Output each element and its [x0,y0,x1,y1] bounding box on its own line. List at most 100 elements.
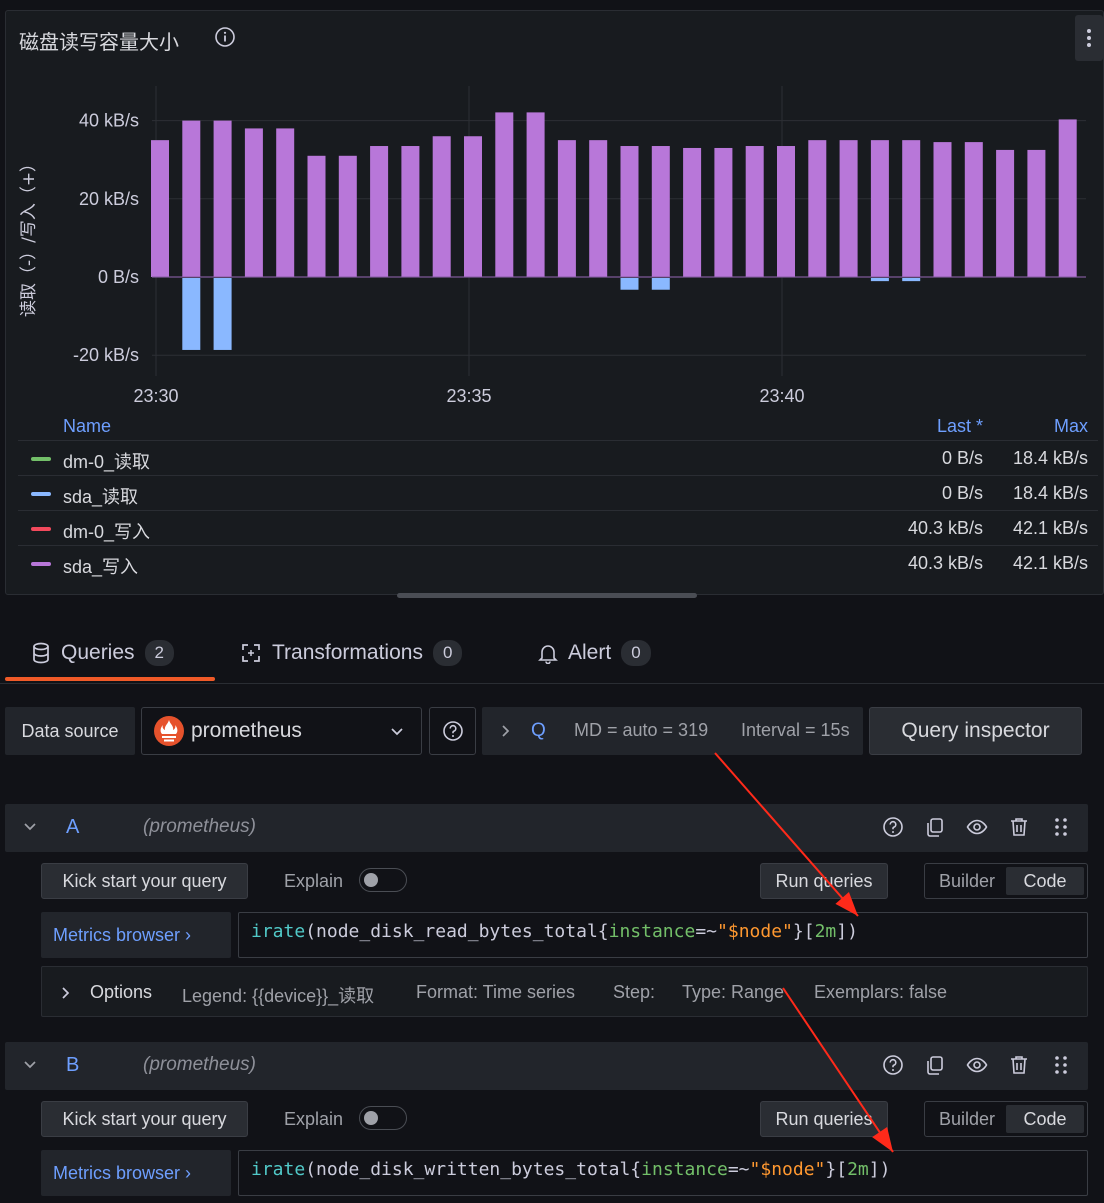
database-icon [33,642,49,664]
prometheus-logo-icon [154,716,184,746]
builder-mode-button-a[interactable]: Builder [928,867,1006,895]
graph-panel: 磁盘读写容量大小 40 kB/s 20 kB/s 0 B/s -20 kB/s 23:3… [5,10,1104,595]
bar-sda-write [213,120,232,277]
bar-sda-write [1058,119,1077,277]
run-queries-button-b[interactable]: Run queries [760,1101,888,1137]
legend-series-name[interactable]: sda_读取 [63,483,138,509]
query-inspector-button[interactable]: Query inspector [869,707,1082,755]
options-format-a: Format: Time series [416,982,576,1002]
query-ref-b[interactable]: B [66,1054,79,1077]
expr-bracket-a: }[ [792,921,815,942]
help-icon[interactable] [882,1054,904,1076]
bar-sda-read [651,278,670,290]
legend-row[interactable]: dm-0_写入 40.3 kB/s 42.1 kB/s [18,511,1098,546]
expr-metric-b: (node_disk_written_bytes_total{ [305,1159,642,1180]
bar-sda-read [620,278,639,290]
legend-last-value: 40.3 kB/s [907,553,983,573]
tab-queries[interactable]: Queries 2 [31,640,174,666]
max-datapoints: MD = auto = 319 [574,720,709,740]
expr-op-a: =~ [695,921,718,942]
query-row-a-header[interactable]: A (prometheus) [5,804,1088,852]
trash-icon[interactable] [1008,1054,1030,1076]
options-type-a: Type: Range [682,982,785,1002]
tab-transformations-count: 0 [432,640,463,666]
y-tick-label: 40 kB/s [79,111,139,131]
bar-sda-write [401,146,420,277]
metrics-browser-button-b[interactable]: Metrics browser › [41,1150,231,1196]
editor-mode-a: Builder Code [924,863,1088,899]
metrics-browser-button-a[interactable]: Metrics browser › [41,912,231,958]
bar-sda-write [338,155,357,277]
legend-row[interactable]: sda_读取 0 B/s 18.4 kB/s [18,476,1098,511]
query-row-b-header[interactable]: B (prometheus) [5,1042,1088,1090]
query-options-row-a[interactable]: Options Legend: {{device}}_读取 Format: Ti… [41,966,1088,1017]
code-mode-button-b[interactable]: Code [1006,1105,1084,1133]
chart-area: 40 kB/s 20 kB/s 0 B/s -20 kB/s 23:30 23:35 23:… [19,86,1086,406]
explain-toggle-a[interactable] [359,868,407,892]
explain-toggle-b[interactable] [359,1106,407,1130]
help-icon[interactable] [882,816,904,838]
duplicate-icon[interactable] [924,1054,946,1076]
expr-close-a: ]) [836,921,858,942]
bar-sda-write [464,136,482,277]
bar-sda-write [1027,149,1046,277]
legend-max-value: 42.1 kB/s [1012,518,1088,538]
bar-sda-read [870,278,889,282]
legend-swatch [31,457,51,461]
query-editor-b[interactable]: irate(node_disk_written_bytes_total{inst… [238,1150,1088,1196]
datasource-help-button[interactable] [429,707,476,755]
tab-alert[interactable]: Alert 0 [538,640,651,666]
eye-icon[interactable] [966,1054,988,1076]
tab-queries-label: Queries [61,641,135,664]
expr-range-a: 2m [814,921,837,942]
legend-row[interactable]: sda_写入 40.3 kB/s 42.1 kB/s [18,546,1098,581]
kick-start-button-b[interactable]: Kick start your query [41,1101,248,1137]
collapse-icon[interactable] [23,1058,37,1072]
bar-sda-write [182,120,201,277]
query-options-toggle[interactable]: Q MD = auto = 319 Interval = 15s [482,707,863,755]
query-ref-a[interactable]: A [66,816,79,839]
expr-range-b: 2m [847,1159,869,1180]
drag-handle-icon[interactable] [1050,1054,1072,1076]
expr-close-b: ]) [868,1159,891,1180]
expr-fn-b: irate [251,1159,306,1180]
tab-alert-count: 0 [621,640,651,666]
query-editor-a[interactable]: irate(node_disk_read_bytes_total{instanc… [238,912,1088,958]
panel-resize-handle[interactable] [397,593,697,598]
legend-series-name[interactable]: dm-0_写入 [63,518,150,544]
legend-series-name[interactable]: sda_写入 [63,553,138,579]
bar-sda-read [182,278,201,350]
options-legend-a: Legend: {{device}}_读取 [182,986,375,1006]
y-tick-label: 20 kB/s [79,189,139,209]
bar-sda-write [589,140,608,277]
legend-max-value: 18.4 kB/s [1012,483,1088,503]
drag-handle-icon[interactable] [1050,816,1072,838]
legend-row[interactable]: dm-0_读取 0 B/s 18.4 kB/s [18,441,1098,476]
kick-start-button-a[interactable]: Kick start your query [41,863,248,899]
tab-alert-label: Alert [568,641,612,664]
bar-sda-write [933,142,952,277]
eye-icon[interactable] [966,816,988,838]
legend-header-last[interactable]: Last * [937,416,983,437]
legend-series-name[interactable]: dm-0_读取 [63,448,150,474]
builder-mode-button-b[interactable]: Builder [928,1105,1006,1133]
legend-swatch [31,562,51,566]
chevron-down-icon [391,728,403,736]
y-tick-label: -20 kB/s [73,345,139,365]
bar-sda-write [244,128,263,277]
run-queries-button-a[interactable]: Run queries [760,863,888,899]
legend-header-name[interactable]: Name [63,416,111,437]
bar-sda-write [714,147,733,277]
expr-metric-a: (node_disk_read_bytes_total{ [305,921,609,942]
code-mode-button-a[interactable]: Code [1006,867,1084,895]
legend-header-max[interactable]: Max [1054,416,1088,437]
datasource-picker[interactable]: prometheus [141,707,422,755]
expr-value-a: "$node" [717,921,793,942]
collapse-icon[interactable] [23,820,37,834]
trash-icon[interactable] [1008,816,1030,838]
legend-max-value: 42.1 kB/s [1012,553,1088,573]
legend-table: Name Last * Max dm-0_读取 0 B/s 18.4 kB/s sda… [18,409,1098,581]
query-datasource-a: (prometheus) [143,816,256,837]
tab-transformations[interactable]: Transformations 0 [240,640,463,666]
duplicate-icon[interactable] [924,816,946,838]
